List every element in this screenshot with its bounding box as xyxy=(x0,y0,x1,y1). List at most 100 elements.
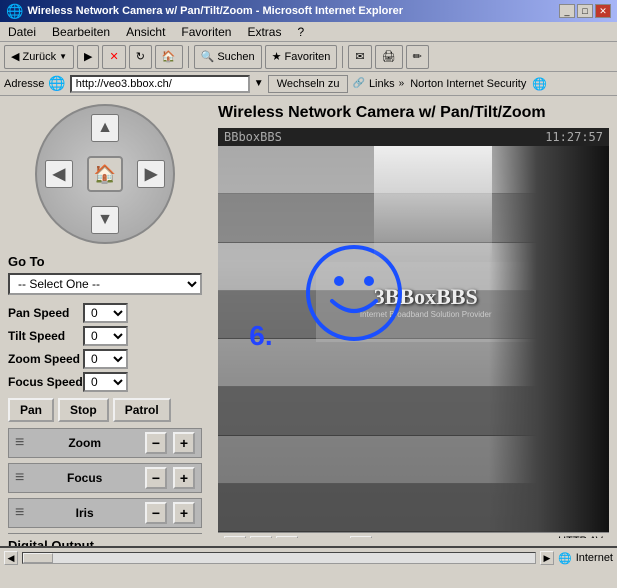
video-header: BBboxBBS 11:27:57 xyxy=(218,128,609,146)
menu-extras[interactable]: Extras xyxy=(243,24,285,40)
iris-bars-icon: ≡ xyxy=(15,504,24,522)
menu-ansicht[interactable]: Ansicht xyxy=(122,24,169,40)
pan-down-button[interactable]: ▼ xyxy=(91,206,119,234)
zoom-speed-select[interactable]: 0 1 2 xyxy=(83,349,128,369)
scroll-left-button[interactable]: ◀ xyxy=(4,551,18,565)
menu-favoriten[interactable]: Favoriten xyxy=(177,24,235,40)
home-button[interactable]: 🏠 xyxy=(155,45,183,69)
iris-plus-button[interactable]: + xyxy=(173,502,195,524)
status-internet-area: 🌐 Internet xyxy=(558,552,613,565)
goto-select[interactable]: -- Select One -- xyxy=(8,273,202,295)
print-button[interactable]: 🖨 xyxy=(375,45,403,69)
dark-figure xyxy=(489,146,609,532)
favorites-button[interactable]: ★ Favoriten xyxy=(265,45,338,69)
home-position-button[interactable]: 🏠 xyxy=(87,156,123,192)
tilt-speed-select[interactable]: 0 1 2 xyxy=(83,326,128,346)
links-label: Links xyxy=(369,78,395,90)
scroll-right-button[interactable]: ▶ xyxy=(540,551,554,565)
address-label: Adresse xyxy=(4,78,44,90)
menu-help[interactable]: ? xyxy=(293,24,308,40)
mail-button[interactable]: ✉ xyxy=(348,45,371,69)
stop-button[interactable]: ✕ xyxy=(102,45,125,69)
microphone-button[interactable]: 🎤 xyxy=(350,536,372,539)
status-scrollbar[interactable] xyxy=(22,552,536,564)
zoom-label: Zoom xyxy=(30,436,139,450)
iris-control-row: ≡ Iris − + xyxy=(8,498,202,528)
focus-speed-select[interactable]: 0 1 2 xyxy=(83,372,128,392)
search-icon: 🔍 xyxy=(201,50,215,63)
iris-label: Iris xyxy=(30,506,139,520)
minimize-button[interactable]: _ xyxy=(559,4,575,18)
address-bar: Adresse 🌐 ▼ Wechseln zu 🔗 Links » Norton… xyxy=(0,72,617,96)
focus-bars-icon: ≡ xyxy=(15,469,24,487)
refresh-icon: ↻ xyxy=(136,50,145,63)
close-button[interactable]: ✕ xyxy=(595,4,611,18)
zoom-minus-button[interactable]: − xyxy=(145,432,167,454)
window-title: Wireless Network Camera w/ Pan/Tilt/Zoom… xyxy=(27,5,403,17)
home-icon: 🏠 xyxy=(162,50,176,63)
camera-speaker-button[interactable]: 🔊 xyxy=(276,536,298,539)
menu-bearbeiten[interactable]: Bearbeiten xyxy=(48,24,114,40)
stop-icon: ✕ xyxy=(109,50,118,63)
menu-datei[interactable]: Datei xyxy=(4,24,40,40)
focus-speed-label: Focus Speed xyxy=(8,375,83,389)
mail-icon: ✉ xyxy=(355,50,364,63)
video-number: 6. xyxy=(249,320,272,352)
iris-minus-button[interactable]: − xyxy=(145,502,167,524)
menu-bar: Datei Bearbeiten Ansicht Favoriten Extra… xyxy=(0,22,617,42)
search-button[interactable]: 🔍 Suchen xyxy=(194,45,262,69)
pan-right-button[interactable]: ▶ xyxy=(137,160,165,188)
control-circle: ▲ ▼ ◀ ▶ 🏠 xyxy=(35,104,175,244)
go-button[interactable]: Wechseln zu xyxy=(268,75,349,93)
norton-icon: 🌐 xyxy=(532,77,547,91)
back-button[interactable]: ◀ Zurück ▼ xyxy=(4,45,74,69)
address-input[interactable] xyxy=(70,75,250,93)
focus-plus-button[interactable]: + xyxy=(173,467,195,489)
maximize-button[interactable]: □ xyxy=(577,4,593,18)
goto-label: Go To xyxy=(8,254,202,269)
tilt-speed-row: Tilt Speed 0 1 2 xyxy=(8,326,202,346)
http-label: HTTP AV xyxy=(549,535,603,539)
focus-label: Focus xyxy=(30,471,139,485)
patrol-button[interactable]: Patrol xyxy=(113,398,171,422)
pan-button[interactable]: Pan xyxy=(8,398,54,422)
pan-left-button[interactable]: ◀ xyxy=(45,160,73,188)
address-dropdown-icon[interactable]: ▼ xyxy=(254,78,264,89)
links-icon: 🔗 xyxy=(352,78,364,89)
camera-snapshot-button[interactable]: 📷 xyxy=(224,536,246,539)
video-timestamp: 11:27:57 xyxy=(545,130,603,144)
camera-background: 3BBoxBBS Internet Broadband Solution Pro… xyxy=(218,146,609,532)
camera-direction-control: ▲ ▼ ◀ ▶ 🏠 xyxy=(8,104,202,244)
forward-arrow-icon: ▶ xyxy=(84,50,92,63)
focus-minus-button[interactable]: − xyxy=(145,467,167,489)
ie-logo-small: 🌐 xyxy=(48,75,65,92)
forward-button[interactable]: ▶ xyxy=(77,45,99,69)
more-links-icon[interactable]: » xyxy=(399,78,405,89)
title-bar: 🌐 Wireless Network Camera w/ Pan/Tilt/Zo… xyxy=(0,0,617,22)
focus-speed-row: Focus Speed 0 1 2 xyxy=(8,372,202,392)
zoom-speed-row: Zoom Speed 0 1 2 xyxy=(8,349,202,369)
back-dropdown-icon: ▼ xyxy=(59,52,67,61)
pan-speed-row: Pan Speed 0 1 2 3 xyxy=(8,303,202,323)
window-controls: _ □ ✕ xyxy=(559,4,611,18)
video-frame: 3BBoxBBS Internet Broadband Solution Pro… xyxy=(218,146,609,532)
main-content: ▲ ▼ ◀ ▶ 🏠 Go To -- Select One -- Pan Spe… xyxy=(0,96,617,546)
zoom-plus-button[interactable]: + xyxy=(173,432,195,454)
pan-up-button[interactable]: ▲ xyxy=(91,114,119,142)
stop-movement-button[interactable]: Stop xyxy=(58,398,109,422)
edit-button[interactable]: ✏ xyxy=(406,45,429,69)
toolbar: ◀ Zurück ▼ ▶ ✕ ↻ 🏠 🔍 Suchen ★ Favoriten … xyxy=(0,42,617,72)
edit-icon: ✏ xyxy=(413,50,422,63)
title-bar-content: 🌐 Wireless Network Camera w/ Pan/Tilt/Zo… xyxy=(6,3,403,20)
video-container: BBboxBBS 11:27:57 xyxy=(218,128,609,538)
refresh-button[interactable]: ↻ xyxy=(129,45,152,69)
separator-1 xyxy=(188,46,189,68)
video-source-label: BBboxBBS xyxy=(224,130,282,144)
camera-person-button[interactable]: 👤 xyxy=(250,536,272,539)
pan-speed-select[interactable]: 0 1 2 3 xyxy=(83,303,128,323)
video-controls: 📷 👤 🔊 Mute 🎤 Mute HTTP AV Full-duplex xyxy=(218,532,609,538)
zoom-bars-icon: ≡ xyxy=(15,434,24,452)
focus-control-row: ≡ Focus − + xyxy=(8,463,202,493)
goto-section: Go To -- Select One -- xyxy=(8,254,202,295)
light-area xyxy=(374,146,491,262)
